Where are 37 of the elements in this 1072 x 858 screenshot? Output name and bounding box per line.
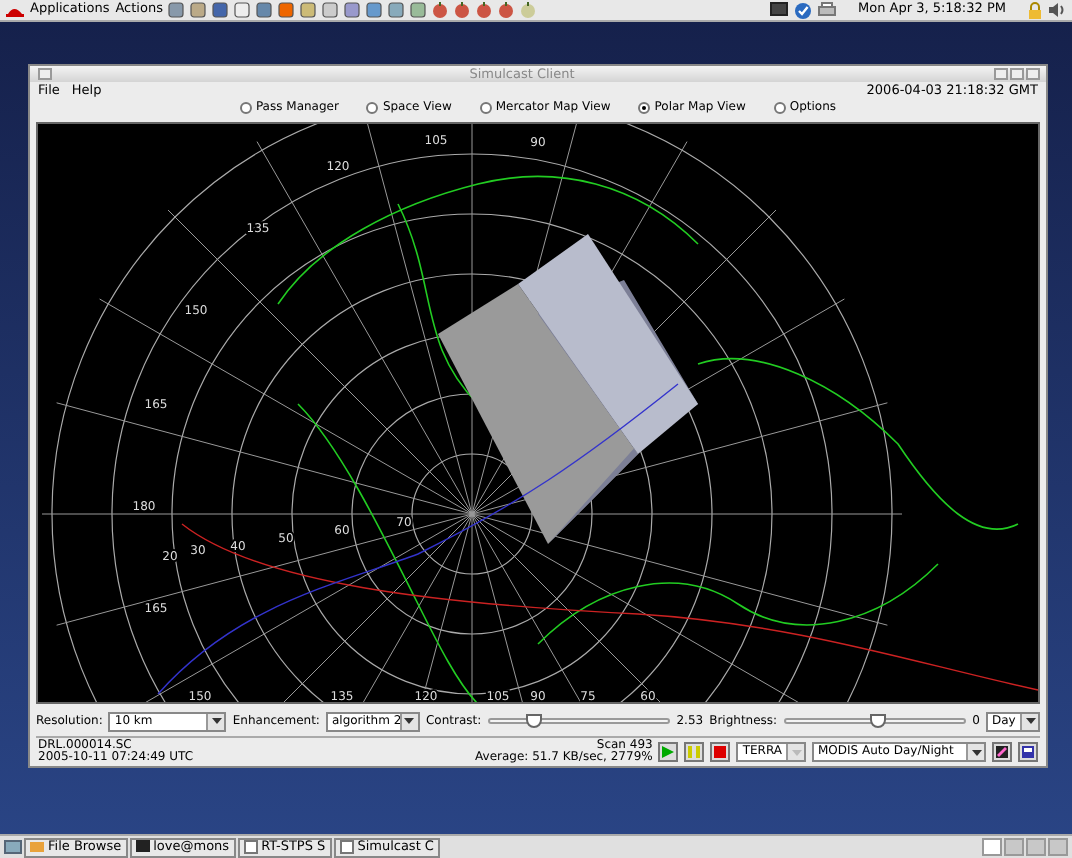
hat-icon (6, 3, 24, 17)
workspace-switcher-button[interactable] (1048, 838, 1068, 856)
caret-icon (211, 718, 222, 725)
printer-icon[interactable] (817, 2, 836, 18)
stop-icon (714, 746, 727, 759)
speaker-icon[interactable] (1048, 2, 1066, 18)
folder-icon (30, 840, 44, 854)
window-icon (339, 840, 354, 854)
apple-icon[interactable] (432, 2, 449, 18)
terminal-icon (135, 840, 150, 854)
stop-button[interactable] (710, 742, 731, 763)
apple-icon[interactable] (476, 2, 493, 18)
caret-icon (971, 749, 981, 756)
play-button[interactable] (658, 742, 679, 763)
window-icon (243, 840, 258, 854)
workspace-switcher-button[interactable] (1004, 838, 1024, 856)
pause-button[interactable] (684, 742, 705, 763)
save-icon (1022, 746, 1034, 759)
contrast-slider-thumb[interactable] (526, 714, 543, 729)
apple-icon[interactable] (454, 2, 471, 18)
pencil-button[interactable] (992, 742, 1012, 763)
monitor-icon[interactable] (769, 2, 788, 18)
apple-icon[interactable] (498, 2, 515, 18)
play-icon (662, 746, 675, 759)
lock-icon[interactable] (1028, 1, 1042, 19)
workspace-switcher-button[interactable] (1026, 838, 1046, 856)
save-button[interactable] (1018, 742, 1038, 763)
brightness-slider-thumb[interactable] (870, 714, 887, 729)
caret-icon (404, 718, 415, 725)
workspace-switcher-button[interactable] (982, 838, 1002, 856)
caret-icon (1025, 718, 1035, 725)
show-desktop-icon[interactable] (4, 839, 22, 855)
pause-icon (688, 746, 701, 759)
apple-icon[interactable] (520, 2, 537, 18)
check-icon[interactable] (793, 1, 812, 19)
pencil-icon (996, 746, 1008, 759)
caret-icon (791, 749, 801, 756)
